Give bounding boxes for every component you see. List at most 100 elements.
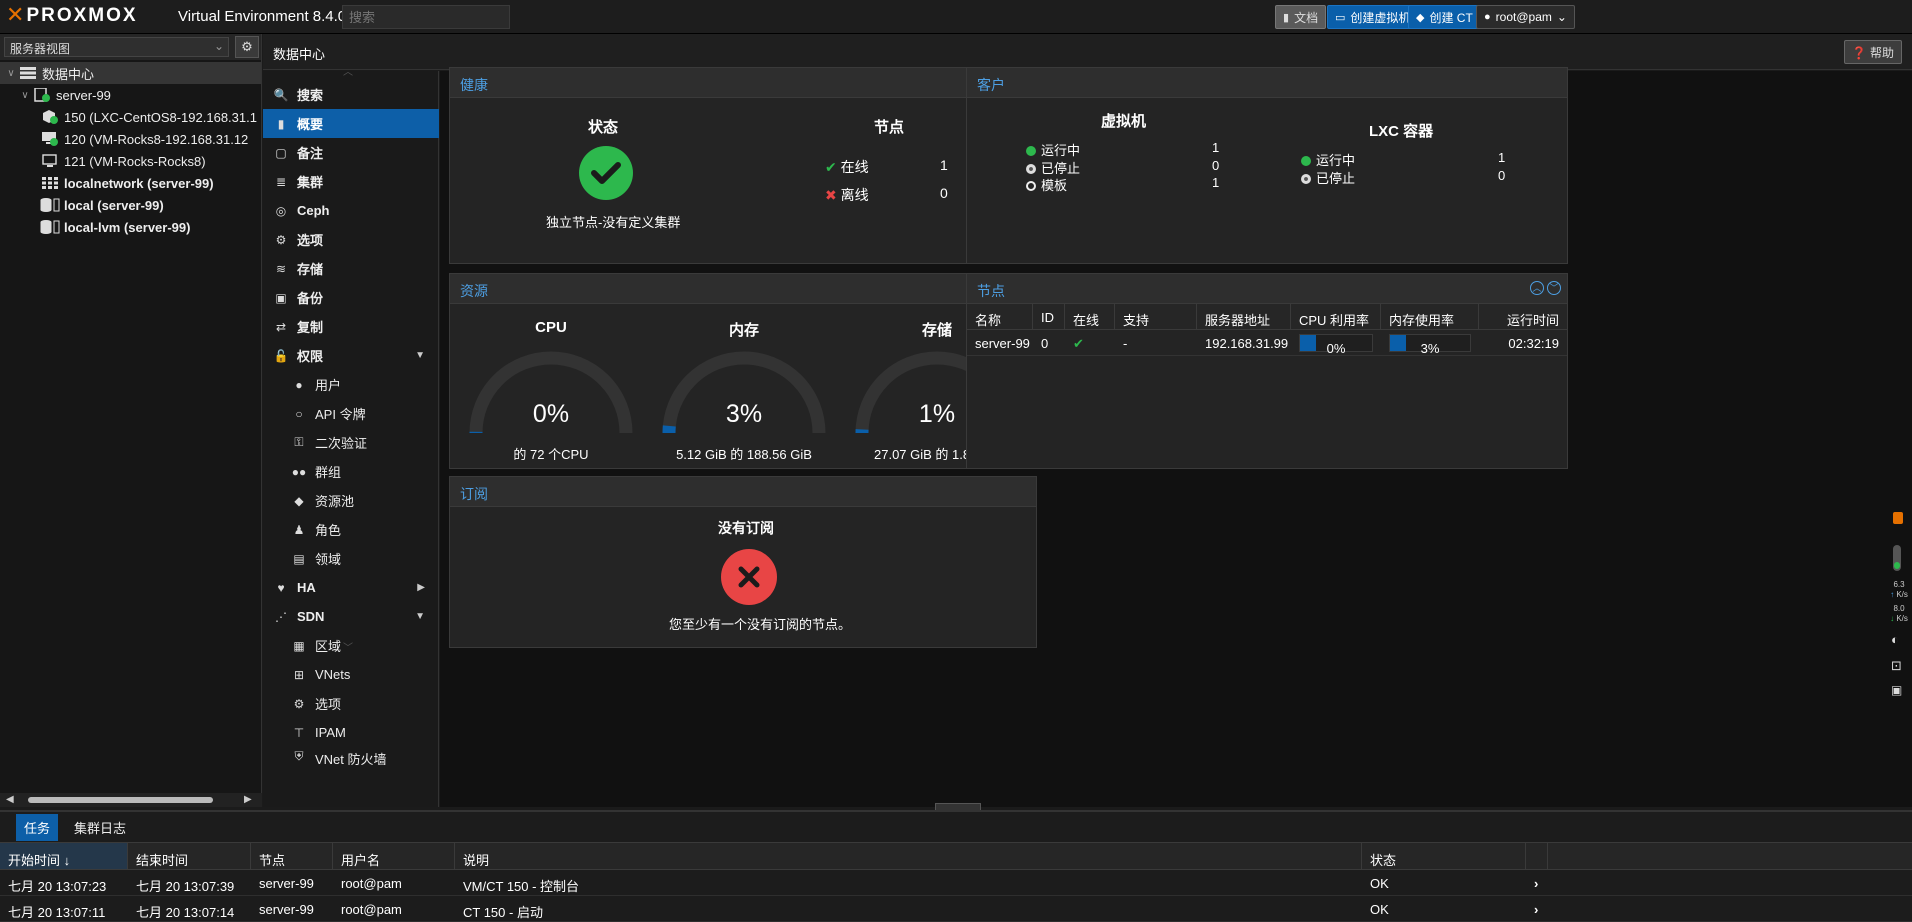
health-panel: 健康 状态 独立节点-没有定义集群 节点 ✔ 在线 1 ✖ 离线 0 bbox=[449, 67, 1037, 264]
create-ct-button[interactable]: ◆创建 CT bbox=[1408, 5, 1481, 29]
column-header[interactable]: 用户名 bbox=[333, 843, 455, 869]
menu-item[interactable]: ▤领域 bbox=[263, 544, 439, 573]
caret-down-icon[interactable]: ▼ bbox=[415, 611, 425, 622]
column-header[interactable]: CPU 利用率 bbox=[1291, 304, 1381, 329]
column-header[interactable]: 节点 bbox=[251, 843, 333, 869]
tree-horizontal-scrollbar[interactable]: ◀ ▶ bbox=[0, 793, 262, 807]
floppy-icon: ▣ bbox=[273, 291, 289, 305]
column-header[interactable]: 服务器地址 bbox=[1197, 304, 1291, 329]
menu-item[interactable]: 🔓权限▼ bbox=[263, 341, 439, 370]
scroll-down-icon[interactable]: ﹀ bbox=[343, 639, 353, 654]
error-circle-icon bbox=[721, 549, 777, 605]
menu-item[interactable]: ⚙选项 bbox=[263, 225, 439, 254]
notification-icon[interactable] bbox=[1893, 512, 1903, 524]
tree-item-datacenter[interactable]: ∨ 数据中心 bbox=[0, 62, 261, 84]
tree-item-guest[interactable]: 120 (VM-Rocks8-192.168.31.12 bbox=[0, 128, 261, 150]
menu-item[interactable]: ○API 令牌 bbox=[263, 399, 439, 428]
address-book-icon: ▤ bbox=[291, 552, 307, 566]
gear-icon[interactable]: ⚙ bbox=[235, 36, 259, 58]
column-header[interactable]: 名称 bbox=[967, 304, 1033, 329]
menu-item[interactable]: ⚙选项 bbox=[263, 689, 439, 718]
toggle-icon[interactable] bbox=[1893, 545, 1901, 571]
menu-item[interactable]: ⊞VNets bbox=[263, 660, 439, 689]
scroll-right-icon[interactable]: ▶ bbox=[244, 794, 252, 805]
menu-item[interactable]: ♟角色 bbox=[263, 515, 439, 544]
expand-icon[interactable]: ∨ bbox=[4, 68, 18, 79]
scroll-left-icon[interactable]: ◀ bbox=[6, 794, 14, 805]
expand-down-icon[interactable]: ﹀ bbox=[1547, 281, 1561, 295]
docs-button[interactable]: ▮文档 bbox=[1275, 5, 1326, 29]
task-log-panel: 任务 集群日志 开始时间 ↓ 结束时间 节点 用户名 说明 状态 七月 20 1… bbox=[0, 810, 1912, 920]
create-vm-button[interactable]: ▭创建虚拟机 bbox=[1327, 5, 1418, 29]
tab-tasks[interactable]: 任务 bbox=[16, 814, 58, 841]
column-header[interactable]: 说明 bbox=[455, 843, 1362, 869]
ceph-icon: ◎ bbox=[273, 204, 289, 218]
column-header[interactable]: ID bbox=[1033, 304, 1065, 329]
online-row: ✔ 在线 bbox=[825, 157, 869, 177]
chevron-right-icon[interactable]: › bbox=[1526, 896, 1548, 921]
tree-item-server[interactable]: ∨ server-99 bbox=[0, 84, 261, 106]
menu-item[interactable]: ⛨VNet 防火墙 bbox=[263, 747, 439, 765]
resource-tree: ∨ 数据中心 ∨ server-99 150 (LXC-CentOS8-192.… bbox=[0, 62, 261, 238]
proxmox-logo[interactable]: ✕PROXMOX bbox=[6, 5, 138, 27]
menu-item[interactable]: 🔍搜索 bbox=[263, 80, 439, 109]
zoom-icon[interactable]: ▣ bbox=[1891, 683, 1902, 697]
tree-item-guest[interactable]: 150 (LXC-CentOS8-192.168.31.1 bbox=[0, 106, 261, 128]
container-running-icon bbox=[40, 110, 60, 124]
user-icon: ● bbox=[291, 378, 307, 392]
menu-item[interactable]: ⊤IPAM bbox=[263, 718, 439, 747]
scroll-up-icon[interactable]: ︿ bbox=[343, 63, 353, 78]
menu-item[interactable]: ▮概要 bbox=[263, 109, 439, 138]
gauge-subtext: 5.12 GiB 的 188.56 GiB bbox=[654, 444, 834, 463]
menu-item[interactable]: ⇄复制 bbox=[263, 312, 439, 341]
menu-item[interactable]: ◎Ceph bbox=[263, 196, 439, 225]
times-icon: ✖ bbox=[825, 187, 837, 203]
network-icon bbox=[40, 177, 60, 189]
question-icon: ❓ bbox=[1852, 46, 1867, 60]
lxc-title: LXC 容器 bbox=[1369, 120, 1433, 141]
caret-right-icon[interactable]: ▶ bbox=[417, 582, 425, 593]
view-selector[interactable]: 服务器视图⌄ bbox=[4, 37, 229, 57]
table-row[interactable]: server-99 0 ✔ - 192.168.31.99 0% 3% 02:3… bbox=[967, 330, 1567, 356]
task-row[interactable]: 七月 20 13:07:23七月 20 13:07:39server-99roo… bbox=[0, 870, 1912, 896]
menu-item[interactable]: ≣集群 bbox=[263, 167, 439, 196]
menu-item[interactable]: ◆资源池 bbox=[263, 486, 439, 515]
tab-cluster-log[interactable]: 集群日志 bbox=[66, 814, 134, 841]
guest-count: 0 bbox=[1498, 168, 1505, 183]
content-header: 数据中心 ❓ 帮助 bbox=[263, 34, 1912, 70]
menu-item[interactable]: ●用户 bbox=[263, 370, 439, 399]
caret-down-icon[interactable]: ▼ bbox=[415, 350, 425, 361]
menu-item[interactable]: ▢备注 bbox=[263, 138, 439, 167]
vm-stopped-icon bbox=[40, 154, 60, 168]
tree-item-guest[interactable]: 121 (VM-Rocks-Rocks8) bbox=[0, 150, 261, 172]
menu-item[interactable]: ⚿二次验证 bbox=[263, 428, 439, 457]
task-row[interactable]: 七月 20 13:07:11七月 20 13:07:14server-99roo… bbox=[0, 896, 1912, 922]
nodes-table: 名称 ID 在线 支持 服务器地址 CPU 利用率 内存使用率 运行时间 ser… bbox=[967, 304, 1567, 356]
user-menu-button[interactable]: ●root@pam⌄ bbox=[1476, 5, 1575, 29]
expand-icon[interactable]: ∨ bbox=[18, 90, 32, 101]
tree-item-storage[interactable]: local (server-99) bbox=[0, 194, 261, 216]
column-header[interactable]: 开始时间 ↓ bbox=[0, 843, 128, 869]
column-header[interactable]: 支持 bbox=[1115, 304, 1197, 329]
collapse-up-icon[interactable]: ︿ bbox=[1530, 281, 1544, 295]
swirl-icon[interactable]: ◐ bbox=[1891, 632, 1899, 647]
menu-item[interactable]: ●●群组 bbox=[263, 457, 439, 486]
tree-item-network[interactable]: localnetwork (server-99) bbox=[0, 172, 261, 194]
task-table-header: 开始时间 ↓ 结束时间 节点 用户名 说明 状态 bbox=[0, 842, 1912, 870]
menu-item[interactable]: ▣备份 bbox=[263, 283, 439, 312]
menu-item[interactable]: ≋存储 bbox=[263, 254, 439, 283]
gear-icon: ⚙ bbox=[291, 697, 307, 711]
chevron-right-icon[interactable]: › bbox=[1526, 870, 1548, 895]
search-input[interactable] bbox=[342, 5, 510, 29]
crop-icon[interactable]: ⊡ bbox=[1891, 658, 1902, 674]
menu-item[interactable]: ♥HA▶ bbox=[263, 573, 439, 602]
column-header[interactable]: 结束时间 bbox=[128, 843, 251, 869]
help-button[interactable]: ❓ 帮助 bbox=[1844, 40, 1902, 64]
tree-item-storage[interactable]: local-lvm (server-99) bbox=[0, 216, 261, 238]
column-header[interactable]: 状态 bbox=[1362, 843, 1526, 869]
column-header[interactable]: 运行时间 bbox=[1479, 304, 1567, 329]
column-header[interactable]: 在线 bbox=[1065, 304, 1115, 329]
scrollbar-thumb[interactable] bbox=[28, 797, 213, 803]
menu-item[interactable]: ⋰SDN▼ bbox=[263, 602, 439, 631]
column-header[interactable]: 内存使用率 bbox=[1381, 304, 1479, 329]
